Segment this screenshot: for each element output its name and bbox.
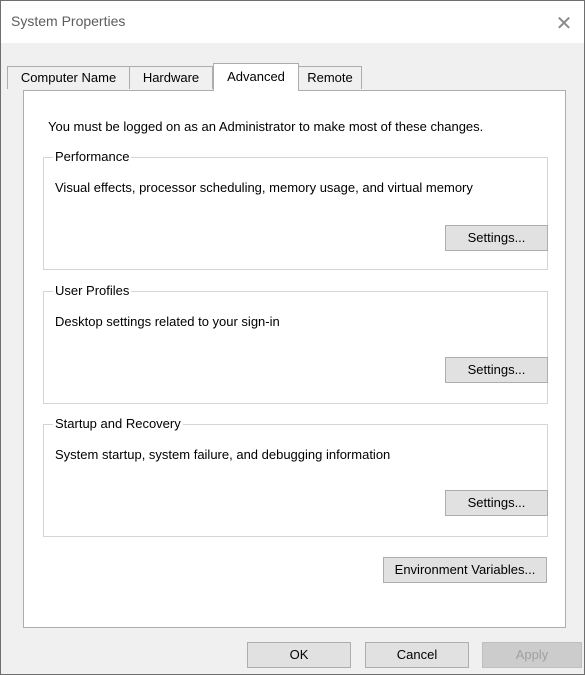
- tab-advanced[interactable]: Advanced: [213, 63, 299, 91]
- startup-recovery-description: System startup, system failure, and debu…: [55, 447, 391, 462]
- tab-hardware[interactable]: Hardware: [129, 66, 213, 89]
- admin-note: You must be logged on as an Administrato…: [48, 119, 484, 134]
- tab-computer-name[interactable]: Computer Name: [7, 66, 130, 89]
- performance-description: Visual effects, processor scheduling, me…: [55, 180, 473, 195]
- startup-recovery-title: Startup and Recovery: [53, 416, 183, 431]
- tab-remote[interactable]: Remote: [298, 66, 362, 89]
- apply-button[interactable]: Apply: [482, 642, 582, 668]
- user-profiles-settings-button[interactable]: Settings...: [445, 357, 548, 383]
- performance-group: Performance Visual effects, processor sc…: [43, 149, 548, 270]
- user-profiles-group: User Profiles Desktop settings related t…: [43, 283, 548, 404]
- ok-button[interactable]: OK: [247, 642, 351, 668]
- cancel-button[interactable]: Cancel: [365, 642, 469, 668]
- system-properties-window: System Properties ✕ Computer Name Hardwa…: [0, 0, 585, 675]
- user-profiles-title: User Profiles: [53, 283, 132, 298]
- environment-variables-button[interactable]: Environment Variables...: [383, 557, 547, 583]
- performance-settings-button[interactable]: Settings...: [445, 225, 548, 251]
- close-icon[interactable]: ✕: [549, 9, 579, 37]
- user-profiles-description: Desktop settings related to your sign-in: [55, 314, 280, 329]
- startup-recovery-settings-button[interactable]: Settings...: [445, 490, 548, 516]
- startup-recovery-group: Startup and Recovery System startup, sys…: [43, 416, 548, 537]
- tab-bar: Computer Name Hardware Advanced Remote: [1, 63, 584, 91]
- performance-title: Performance: [53, 149, 132, 164]
- advanced-tab-panel: You must be logged on as an Administrato…: [23, 90, 566, 628]
- title-bar[interactable]: System Properties ✕: [1, 1, 584, 43]
- window-title: System Properties: [11, 13, 126, 29]
